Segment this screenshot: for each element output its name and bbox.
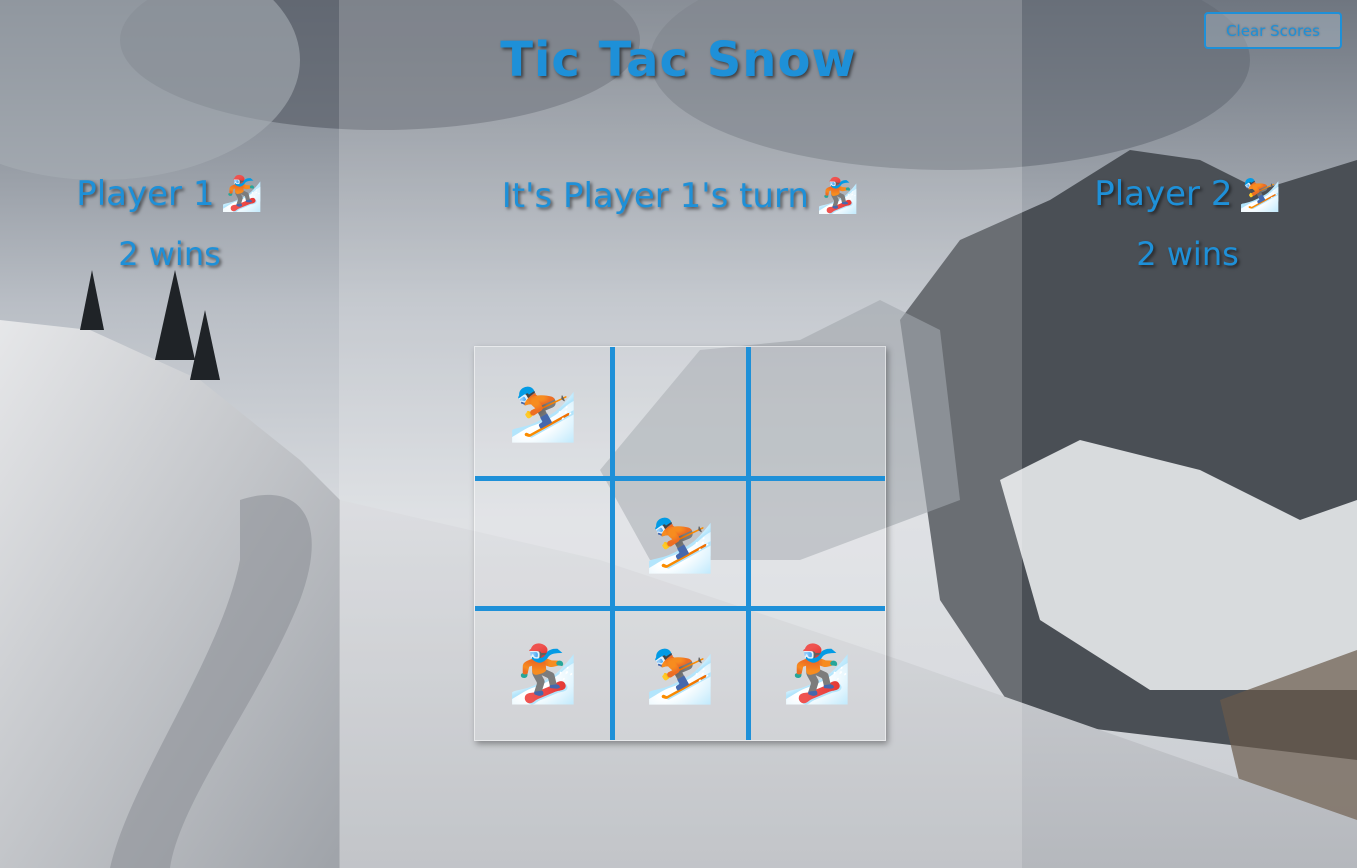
turn-indicator: It's Player 1's turn 🏂 [339,170,1022,222]
player-2-label: Player 2 ⛷️ [1018,168,1357,220]
board-cell-6[interactable] [749,478,885,608]
snowboarder-icon: 🏂 [220,174,263,214]
skier-icon: ⛷️ [1238,174,1281,214]
player-1-panel: Player 1 🏂 2 wins [0,168,339,276]
board-cell-3[interactable] [749,347,885,477]
player-2-name: Player 2 [1094,174,1233,214]
board-cell-8[interactable]: ⛷️ [612,609,748,739]
game-board: ⛷️ ⛷️ 🏂 ⛷️ 🏂 [474,346,886,741]
board-cell-9[interactable]: 🏂 [749,609,885,739]
grid-line-horizontal-1 [475,476,885,481]
board-cell-4[interactable] [475,478,611,608]
player-1-wins: 2 wins [118,235,221,273]
player-2-panel: Player 2 ⛷️ 2 wins [1018,168,1357,276]
player-1-name: Player 1 [76,174,215,214]
grid-line-vertical-2 [746,347,751,740]
board-cell-5[interactable]: ⛷️ [612,478,748,608]
player-2-wins: 2 wins [1136,235,1239,273]
grid-line-horizontal-2 [475,606,885,611]
board-cell-7[interactable]: 🏂 [475,609,611,739]
board-cell-1[interactable]: ⛷️ [475,347,611,477]
board-cell-2[interactable] [612,347,748,477]
snowboarder-icon: 🏂 [816,176,860,216]
game-title: Tic Tac Snow [500,32,857,88]
player-1-label: Player 1 🏂 [0,168,339,220]
grid-line-vertical-1 [610,347,615,740]
turn-text: It's Player 1's turn [501,176,809,216]
